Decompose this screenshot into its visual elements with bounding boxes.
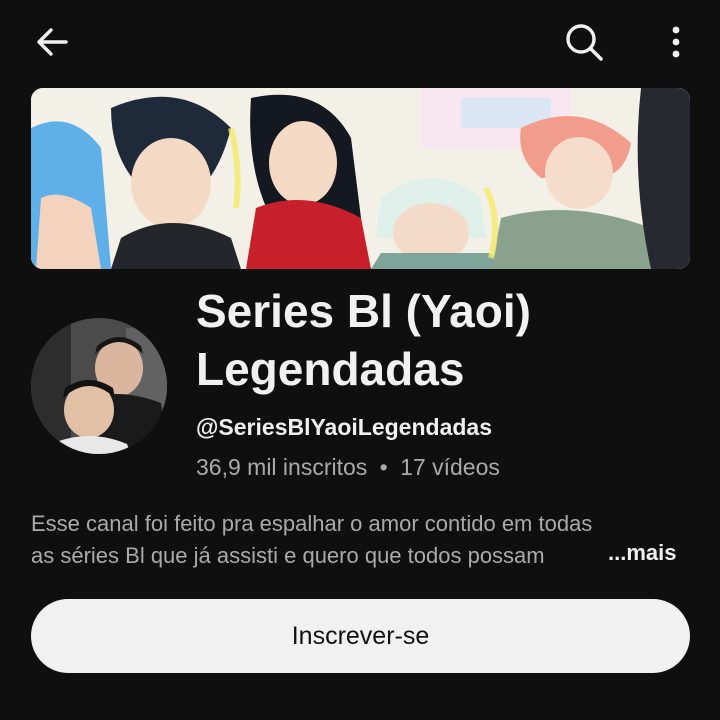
- arrow-left-icon: [37, 28, 68, 56]
- description-line-2-text: as séries Bl que já assisti e quero que …: [31, 543, 545, 568]
- banner-artwork: [31, 88, 690, 269]
- stats-separator: •: [379, 454, 388, 480]
- back-button[interactable]: [28, 20, 76, 64]
- description-line-1: Esse canal foi feito pra espalhar o amor…: [31, 511, 593, 536]
- channel-title: Series Bl (Yaoi) Legendadas: [196, 282, 676, 398]
- subscriber-count: 36,9 mil inscritos: [196, 454, 368, 480]
- avatar-photo: [31, 318, 167, 454]
- more-vertical-icon: [672, 26, 680, 58]
- subscribe-label: Inscrever-se: [291, 621, 430, 650]
- description-more-link[interactable]: ...mais: [608, 540, 676, 566]
- top-app-bar: [0, 0, 720, 84]
- search-icon: [566, 24, 603, 61]
- channel-handle: @SeriesBlYaoiLegendadas: [196, 414, 492, 440]
- channel-title-line2: Legendadas: [196, 343, 465, 395]
- channel-description[interactable]: Esse canal foi feito pra espalhar o amor…: [31, 508, 691, 572]
- channel-avatar[interactable]: [31, 318, 167, 454]
- channel-banner: [31, 88, 690, 269]
- subscribe-button[interactable]: Inscrever-se: [31, 599, 690, 673]
- channel-title-line1: Series Bl (Yaoi): [196, 285, 531, 337]
- channel-stats: 36,9 mil inscritos • 17 vídeos: [196, 454, 500, 481]
- search-button[interactable]: [558, 18, 610, 66]
- video-count: 17 vídeos: [400, 454, 500, 480]
- description-line-2: as séries Bl que já assisti e quero que …: [31, 540, 611, 572]
- description-fade: [551, 540, 611, 572]
- more-options-button[interactable]: [656, 20, 696, 64]
